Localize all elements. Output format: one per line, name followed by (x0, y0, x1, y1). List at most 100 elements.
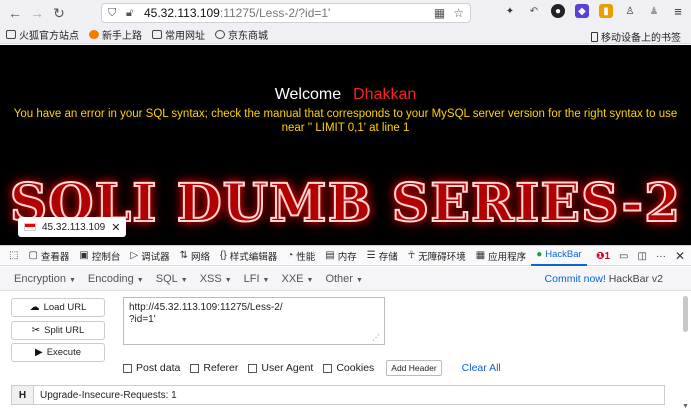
circle-extension-icon[interactable]: ● (551, 4, 565, 18)
tab-storage[interactable]: ☰ 存储 (362, 245, 403, 266)
post-data-checkbox[interactable]: Post data (123, 362, 180, 374)
scrollbar-thumb[interactable] (683, 296, 688, 332)
tab-style-editor[interactable]: {} 样式编辑器 (215, 245, 282, 266)
menu-xss[interactable]: XSS ▼ (200, 273, 232, 285)
more-options-icon[interactable]: ··· (656, 251, 666, 262)
folder-icon (6, 30, 16, 39)
tab-network[interactable]: ⇅ 网络 (175, 245, 215, 266)
scissors-icon: ✂ (31, 325, 41, 336)
caret-down-icon: ▼ (224, 276, 232, 284)
header-label: H (12, 386, 34, 404)
hackbar-version: HackBar v2 (608, 273, 663, 285)
undo-icon[interactable]: ↶ (527, 4, 541, 18)
tab-performance[interactable]: ◔ 性能 (282, 245, 320, 266)
forward-icon[interactable]: → (26, 2, 48, 24)
menu-other[interactable]: Other ▼ (325, 273, 362, 285)
tab-host: 45.32.113.109 (42, 221, 106, 233)
caret-down-icon: ▼ (355, 276, 363, 284)
menu-lfi[interactable]: LFI ▼ (244, 273, 270, 285)
flag-icon (24, 223, 36, 231)
tab-accessibility[interactable]: ☥ 无障碍环境 (403, 245, 471, 266)
url-path: :11275/Less-2/?id=1' (219, 6, 331, 20)
user-agent-checkbox[interactable]: User Agent (248, 362, 313, 374)
hackbar-menu: Encryption ▼ Encoding ▼ SQL ▼ XSS ▼ LFI ▼ XXE… (0, 267, 691, 291)
url-textarea[interactable]: http://45.32.113.109:11275/Less-2/ ?id=1… (123, 297, 385, 345)
error-count-badge[interactable]: ❶1 (596, 251, 610, 262)
caret-down-icon: ▼ (136, 276, 144, 284)
memory-icon: ▤ (325, 250, 335, 261)
shield-icon[interactable]: ⛉ (108, 7, 122, 20)
braces-icon: {} (220, 250, 227, 261)
options-row: Post data Referer User Agent Cookies Add… (123, 360, 501, 376)
network-icon: ⇅ (179, 250, 188, 261)
bookmark-star-icon[interactable]: ☆ (453, 6, 464, 20)
picker-icon: ⬚ (9, 250, 19, 261)
bookmark-item[interactable]: 京东商城 (215, 27, 268, 42)
header-row: H Upgrade-Insecure-Requests: 1 (11, 385, 665, 405)
firefox-icon (89, 30, 99, 39)
commit-link[interactable]: Commit now! (545, 273, 606, 285)
load-url-button[interactable]: ☁ Load URL (11, 298, 105, 317)
bookmark-item[interactable]: 新手上路 (89, 27, 142, 42)
clear-all-link[interactable]: Clear All (462, 362, 501, 374)
tab-console[interactable]: ▣ 控制台 (74, 245, 125, 266)
qr-code-icon[interactable]: ▦ (434, 6, 445, 20)
browser-toolbar: ← → ↻ ⛉ 🔓︎ 45.32.113.109:11275/Less-2/?i… (0, 0, 691, 26)
person-icon[interactable]: ♙ (623, 4, 637, 18)
caret-down-icon: ▼ (262, 276, 270, 284)
globe-icon (215, 30, 225, 39)
purple-extension-icon[interactable]: ◆ (575, 4, 589, 18)
sql-error-message: You have an error in your SQL syntax; ch… (13, 108, 678, 134)
console-icon: ▣ (79, 250, 89, 261)
tab-memory[interactable]: ▤ 内存 (320, 245, 361, 266)
tab-inspector[interactable]: ▢ 查看器 (23, 245, 74, 266)
menu-sql[interactable]: SQL ▼ (156, 273, 188, 285)
split-console-icon[interactable]: ▭ (619, 251, 628, 262)
gauge-icon: ◔ (287, 250, 294, 261)
username: Dhakkan (353, 86, 417, 103)
tab-application[interactable]: ▦ 应用程序 (471, 245, 531, 266)
phone-icon (591, 31, 598, 42)
welcome-line: Welcome Dhakkan (0, 86, 691, 104)
dock-icon[interactable]: ◫ (637, 251, 646, 262)
tab-debugger[interactable]: ▷ 调试器 (125, 245, 174, 266)
devtools-tabbar: ⬚ ▢ 查看器 ▣ 控制台 ▷ 调试器 ⇅ 网络 {} 样式编辑器 ◔ 性能 ▤ 内存 ☰ 存储… (0, 245, 691, 266)
grid-icon: ▦ (475, 250, 486, 261)
cookies-checkbox[interactable]: Cookies (323, 362, 374, 374)
reload-icon[interactable]: ↻ (48, 2, 70, 24)
menu-xxe[interactable]: XXE ▼ (281, 273, 313, 285)
close-icon[interactable]: ✕ (111, 221, 120, 234)
bookmark-item[interactable]: 常用网址 (152, 27, 205, 42)
referer-checkbox[interactable]: Referer (190, 362, 238, 374)
play-icon: ▶ (34, 347, 43, 358)
mobile-bookmarks[interactable]: 移动设备上的书签 (591, 29, 681, 44)
address-bar[interactable]: ⛉ 🔓︎ 45.32.113.109:11275/Less-2/?id=1' ▦… (101, 3, 471, 23)
extension-icon[interactable]: ✦ (503, 4, 517, 18)
bookmarks-bar: 火狐官方站点 新手上路 常用网址 京东商城 移动设备上的书签 (0, 26, 691, 44)
menu-encryption[interactable]: Encryption ▼ (14, 273, 76, 285)
storage-icon: ☰ (366, 250, 376, 261)
accounts-icon[interactable]: ♟ (647, 4, 661, 18)
execute-button[interactable]: ▶ Execute (11, 343, 105, 362)
hackbar-body: ☁ Load URL ✂ Split URL ▶ Execute http://45.… (0, 291, 691, 414)
header-value[interactable]: Upgrade-Insecure-Requests: 1 (34, 390, 177, 401)
inspect-picker[interactable]: ⬚ (4, 245, 23, 266)
tab-hackbar[interactable]: ● HackBar (531, 245, 587, 266)
tab-preview[interactable]: 45.32.113.109 ✕ (18, 217, 127, 237)
bookmark-item[interactable]: 火狐官方站点 (6, 27, 79, 42)
back-icon[interactable]: ← (4, 2, 26, 24)
inspector-icon: ▢ (28, 250, 38, 261)
hackbar-extension-icon[interactable]: ▮ (599, 4, 613, 18)
caret-down-icon: ▼ (306, 276, 314, 284)
devtools-scrollbar[interactable]: ▼ (682, 296, 689, 410)
lock-icon[interactable]: 🔓︎ (126, 7, 140, 20)
close-devtools-icon[interactable]: ✕ (675, 249, 685, 263)
url-host: 45.32.113.109 (144, 6, 220, 20)
menu-encoding[interactable]: Encoding ▼ (88, 273, 144, 285)
split-url-button[interactable]: ✂ Split URL (11, 321, 105, 340)
scroll-down-icon[interactable]: ▼ (682, 403, 689, 410)
cloud-download-icon: ☁ (29, 302, 40, 313)
menu-icon[interactable]: ≡ (671, 4, 685, 19)
page-content: Welcome Dhakkan You have an error in your… (0, 45, 691, 245)
add-header-button[interactable]: Add Header (386, 360, 442, 376)
